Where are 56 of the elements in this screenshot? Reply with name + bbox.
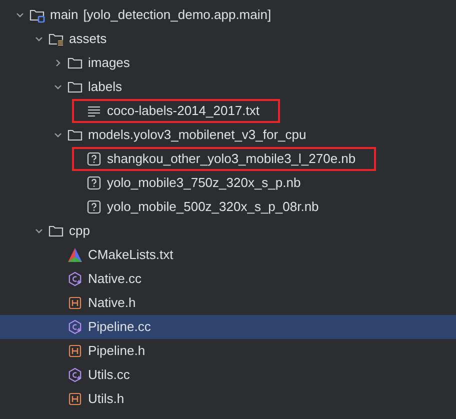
tree-row[interactable]: Pipeline.h <box>0 339 456 363</box>
item-label: Native.h <box>88 294 136 312</box>
tree-row[interactable]: yolo_mobile_500z_320x_s_p_08r.nb <box>0 195 456 219</box>
item-label: Utils.h <box>88 390 124 408</box>
question-file-icon <box>86 151 102 167</box>
item-label: Pipeline.cc <box>88 318 151 336</box>
folder-icon <box>48 31 64 47</box>
folder-icon <box>67 55 83 71</box>
item-label: coco-labels-2014_2017.txt <box>107 102 260 120</box>
item-label: models.yolov3_mobilenet_v3_for_cpu <box>88 126 306 144</box>
cpp-file-icon <box>67 319 83 335</box>
tree-row[interactable]: shangkou_other_yolo3_mobile3_l_270e.nb <box>0 147 456 171</box>
module-label: [yolo_detection_demo.app.main] <box>83 6 272 24</box>
folder-icon <box>48 223 64 239</box>
item-label: Utils.cc <box>88 366 130 384</box>
folder-icon <box>67 79 83 95</box>
chevron-down-icon[interactable] <box>52 82 62 92</box>
tree-row[interactable]: images <box>0 51 456 75</box>
triangle-icon <box>67 247 83 263</box>
item-label: images <box>88 54 130 72</box>
item-label: cpp <box>69 222 90 240</box>
item-label: CMakeLists.txt <box>88 246 174 264</box>
tree-row[interactable]: yolo_mobile3_750z_320x_s_p.nb <box>0 171 456 195</box>
header-file-icon <box>67 295 83 311</box>
chevron-down-icon[interactable] <box>34 226 44 236</box>
item-label: shangkou_other_yolo3_mobile3_l_270e.nb <box>107 150 356 168</box>
item-label: Native.cc <box>88 270 142 288</box>
item-label: labels <box>88 78 122 96</box>
folder-icon <box>29 7 45 23</box>
cpp-file-icon <box>67 271 83 287</box>
tree-row[interactable]: Utils.cc <box>0 363 456 387</box>
item-label: Pipeline.h <box>88 342 146 360</box>
question-file-icon <box>86 199 102 215</box>
tree-row[interactable]: labels <box>0 75 456 99</box>
folder-icon <box>67 127 83 143</box>
item-label: assets <box>69 30 107 48</box>
cpp-file-icon <box>67 367 83 383</box>
tree-row[interactable]: CMakeLists.txt <box>0 243 456 267</box>
chevron-down-icon[interactable] <box>52 130 62 140</box>
tree-row[interactable]: Native.h <box>0 291 456 315</box>
tree-row[interactable]: Pipeline.cc <box>0 315 456 339</box>
item-label: yolo_mobile3_750z_320x_s_p.nb <box>107 174 301 192</box>
tree-row[interactable]: cpp <box>0 219 456 243</box>
item-label: yolo_mobile_500z_320x_s_p_08r.nb <box>107 198 319 216</box>
tree-row[interactable]: main [yolo_detection_demo.app.main] <box>0 3 456 27</box>
tree-row[interactable]: models.yolov3_mobilenet_v3_for_cpu <box>0 123 456 147</box>
tree-row[interactable]: Utils.h <box>0 387 456 411</box>
header-file-icon <box>67 391 83 407</box>
tree-row[interactable]: coco-labels-2014_2017.txt <box>0 99 456 123</box>
header-file-icon <box>67 343 83 359</box>
tree-row[interactable]: assets <box>0 27 456 51</box>
chevron-down-icon[interactable] <box>14 10 24 20</box>
tree-row[interactable]: Native.cc <box>0 267 456 291</box>
question-file-icon <box>86 175 102 191</box>
item-label: main <box>50 6 78 24</box>
chevron-down-icon[interactable] <box>34 34 44 44</box>
